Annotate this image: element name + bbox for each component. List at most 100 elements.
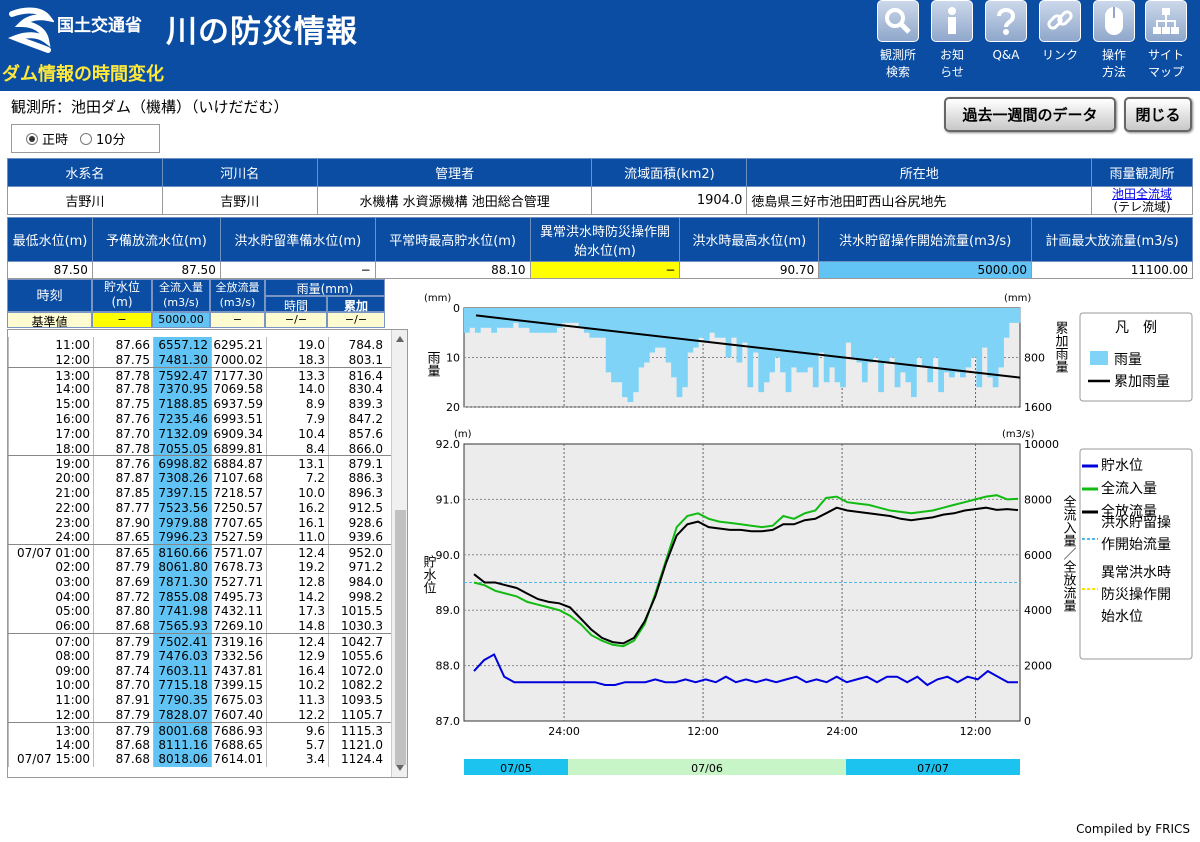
- header-cell: 雨量観測所: [1091, 158, 1193, 187]
- rain-bar: [649, 308, 656, 353]
- table-row: 14:00 87.68 8111.16 7688.65 5.7 1121.0: [8, 736, 391, 753]
- rain-bar: [736, 308, 743, 363]
- cell-inflow: 7523.56: [153, 499, 211, 516]
- date-label: 07/06: [691, 762, 723, 775]
- past-week-button[interactable]: 過去一週間のデータ: [944, 97, 1116, 132]
- cell-time: 12:00: [8, 707, 93, 723]
- table-row: 10:00 87.70 7715.18 7399.15 10.2 1082.2: [8, 677, 391, 694]
- header-cell: 洪水貯留操作開始流量(m3/s): [818, 217, 1033, 262]
- header-cell: 管理者: [316, 158, 593, 187]
- cell-rain: 18.3: [266, 351, 328, 368]
- nav-howto[interactable]: 操作 方法: [1087, 0, 1141, 81]
- rain-bar: [573, 308, 579, 323]
- ten-minute-label: 10分: [96, 133, 126, 148]
- rain-bar: [801, 308, 808, 373]
- cell-time: 05:00: [8, 603, 93, 620]
- rain-bar: [889, 308, 895, 358]
- rain-bar: [562, 308, 568, 323]
- rain-station-link[interactable]: 池田全流域: [1096, 187, 1188, 201]
- y-tick: 88.0: [436, 660, 461, 673]
- rain-bar: [829, 308, 835, 368]
- nav-station-search[interactable]: 観測所 検索: [871, 0, 925, 81]
- legend-swatch-rain: [1090, 351, 1108, 365]
- cell-cum: 857.6: [328, 425, 386, 442]
- close-button[interactable]: 閉じる: [1124, 97, 1192, 132]
- rain-bar: [578, 308, 585, 328]
- cell-time: 14:00: [8, 736, 93, 753]
- footer-credit: Compiled by FRICS: [1076, 822, 1190, 836]
- timeseries-table-header: 時刻 貯水位 (m) 全流入量 (m3/s) 全放流量 (m3/s) 雨量(mm) 時…: [7, 279, 385, 329]
- cell-outflow: 7678.73: [211, 559, 266, 575]
- cell-level: 87.68: [93, 618, 153, 635]
- cell-rain: 11.3: [266, 692, 328, 709]
- cell-cum: 1082.2: [328, 677, 386, 694]
- cell-level: 87.69: [93, 573, 153, 590]
- y-tick: 20: [446, 401, 460, 414]
- rain-bar: [867, 308, 874, 363]
- cell-time: 02:00: [8, 559, 93, 575]
- date-label: 07/05: [500, 762, 532, 775]
- rain-bar: [818, 308, 825, 353]
- nav-sitemap[interactable]: サイト マップ: [1139, 0, 1193, 81]
- cell-outflow: 7069.58: [211, 381, 266, 398]
- rain-bar: [698, 308, 705, 338]
- rain-bar: [796, 308, 803, 373]
- cell-cum: 839.3: [328, 396, 386, 413]
- nav-links[interactable]: リンク: [1033, 0, 1087, 64]
- ten-minute-radio[interactable]: [80, 132, 93, 145]
- rain-bar: [725, 308, 732, 358]
- cell-time: 07/07 15:00: [8, 751, 93, 768]
- header-cell: 所在地: [746, 158, 1093, 187]
- cell-cum: 928.6: [328, 514, 386, 531]
- table-row: 22:00 87.77 7523.56 7250.57 16.2 912.5: [8, 499, 391, 516]
- scroll-up-icon[interactable]: [396, 336, 404, 342]
- col-rain-header: 雨量(mm): [265, 279, 385, 296]
- left-axis-label: 雨量: [425, 351, 441, 377]
- right-axis-label: 全流入量／全放流量: [1061, 494, 1077, 612]
- right-unit: (mm): [1004, 293, 1031, 304]
- rain-bar: [905, 308, 912, 383]
- cell-cum: 886.3: [328, 470, 386, 487]
- cell-rain: 16.1: [266, 514, 328, 531]
- rain-bar: [731, 308, 737, 338]
- table-scrollbar[interactable]: [391, 330, 407, 777]
- cell-inflow: 7188.85: [153, 396, 211, 413]
- cell-outflow: 7707.65: [211, 514, 266, 531]
- nav-news[interactable]: お知 らせ: [925, 0, 979, 81]
- cell-rain: 11.0: [266, 529, 328, 546]
- date-label: 07/07: [917, 762, 949, 775]
- nav-label: サイト: [1147, 48, 1184, 62]
- rain-bar: [627, 308, 634, 403]
- table-row: 14:00 87.78 7370.95 7069.58 14.0 830.4: [8, 381, 391, 398]
- rain-bar: [938, 308, 944, 393]
- station-name: 観測所：池田ダム（機構）（いけだだむ）: [11, 98, 289, 116]
- header-cell: 水系名: [7, 158, 163, 187]
- rain-bar: [665, 308, 672, 363]
- rain-bar: [1003, 308, 1010, 338]
- cell-outflow: 7000.02: [211, 351, 266, 368]
- nav-qa[interactable]: Q&A: [979, 0, 1033, 64]
- rain-bar: [567, 308, 574, 323]
- rain-bar: [632, 308, 639, 393]
- hourly-radio[interactable]: [26, 132, 38, 145]
- y2-tick: 8000: [1024, 493, 1052, 506]
- rain-bar: [851, 308, 857, 358]
- cell-cum: 998.2: [328, 588, 386, 605]
- cell-rain: 14.0: [266, 381, 328, 398]
- rain-bar: [916, 308, 923, 358]
- scroll-thumb[interactable]: [395, 510, 406, 765]
- table-row: 04:00 87.72 7855.08 7495.73 14.2 998.2: [8, 588, 391, 605]
- rain-bar: [987, 308, 994, 378]
- rain-bar: [464, 308, 470, 333]
- cell-level: 87.78: [93, 440, 153, 457]
- nav-label: リンク: [1041, 48, 1078, 62]
- cell-rain: 19.2: [266, 559, 328, 575]
- col-level-label: 貯水位: [103, 280, 140, 294]
- table-row: 07:00 87.79 7502.41 7319.16 12.4 1042.7: [8, 633, 391, 650]
- header-cell: 洪水貯留準備水位(m): [219, 217, 376, 262]
- cell-time: 16:00: [8, 411, 93, 427]
- table-row: 16:00 87.76 7235.46 6993.51 7.9 847.2: [8, 411, 391, 427]
- scroll-down-icon[interactable]: [396, 765, 404, 771]
- cell-level: 87.68: [93, 751, 153, 768]
- cell-level: 87.80: [93, 603, 153, 620]
